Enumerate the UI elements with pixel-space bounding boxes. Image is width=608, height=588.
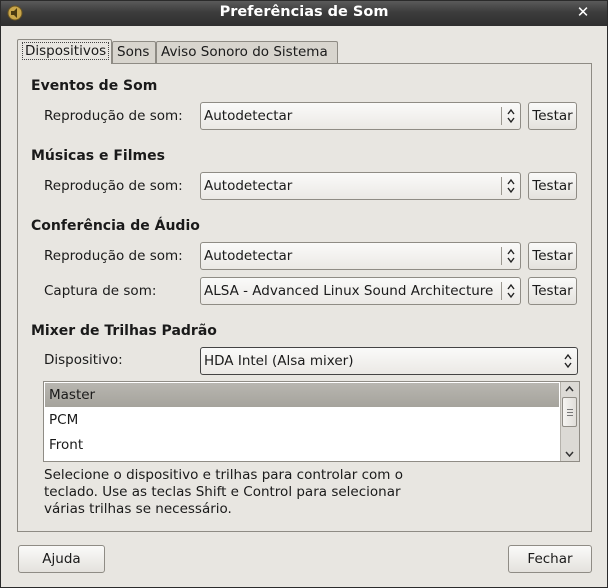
mixer-heading: Mixer de Trilhas Padrão: [31, 323, 217, 339]
sound-preferences-window: Preferências de Som ✕ Dispositivos Sons …: [0, 0, 608, 588]
audio-conference-capture-label: Captura de som:: [44, 283, 157, 299]
list-item[interactable]: PCM: [45, 408, 559, 432]
audio-conference-playback-test-button[interactable]: Testar: [528, 242, 577, 270]
music-movies-test-button[interactable]: Testar: [528, 172, 577, 200]
combo-separator: [501, 177, 502, 195]
combo-separator: [501, 247, 502, 265]
tab-aviso-sonoro[interactable]: Aviso Sonoro do Sistema: [156, 41, 338, 63]
mixer-device-select[interactable]: HDA Intel (Alsa mixer): [200, 347, 578, 375]
music-movies-heading: Músicas e Filmes: [31, 148, 165, 164]
title-bar[interactable]: Preferências de Som ✕: [1, 1, 607, 26]
combo-arrows-icon: [507, 283, 515, 299]
mixer-device-value: HDA Intel (Alsa mixer): [204, 353, 354, 369]
mixer-device-label: Dispositivo:: [44, 352, 123, 368]
combo-arrows-icon: [507, 178, 515, 194]
sound-events-heading: Eventos de Som: [31, 78, 158, 94]
tab-dispositivos[interactable]: Dispositivos: [17, 39, 112, 64]
list-scrollbar[interactable]: [560, 382, 579, 461]
audio-conference-capture-test-button[interactable]: Testar: [528, 277, 577, 305]
audio-conference-playback-label: Reprodução de som:: [44, 248, 183, 264]
scroll-up-icon[interactable]: [563, 383, 576, 396]
sound-events-playback-label: Reprodução de som:: [44, 108, 183, 124]
music-movies-playback-select[interactable]: Autodetectar: [200, 172, 521, 200]
tab-dispositivos-label: Dispositivos: [22, 42, 110, 60]
sound-events-playback-select[interactable]: Autodetectar: [200, 102, 521, 130]
help-button[interactable]: Ajuda: [18, 545, 105, 573]
audio-conference-heading: Conferência de Áudio: [31, 218, 200, 234]
audio-conference-capture-value: ALSA - Advanced Linux Sound Architecture: [204, 283, 494, 299]
grip-line: [567, 415, 573, 416]
window-title: Preferências de Som: [219, 4, 389, 20]
audio-conference-playback-value: Autodetectar: [204, 248, 293, 264]
grip-line: [567, 412, 573, 413]
grip-line: [567, 409, 573, 410]
list-item[interactable]: Front: [45, 433, 559, 457]
audio-conference-playback-select[interactable]: Autodetectar: [200, 242, 521, 270]
tab-sons[interactable]: Sons: [112, 41, 156, 63]
scrollbar-thumb[interactable]: [562, 397, 577, 427]
list-item[interactable]: Master: [45, 383, 559, 407]
mixer-tracks-list[interactable]: Master PCM Front: [43, 381, 580, 462]
close-icon[interactable]: ✕: [573, 3, 593, 21]
sound-events-test-button[interactable]: Testar: [528, 102, 577, 130]
combo-arrows-icon: [564, 353, 572, 369]
mixer-hint-text: Selecione o dispositivo e trilhas para c…: [44, 467, 403, 517]
combo-arrows-icon: [507, 108, 515, 124]
close-button[interactable]: Fechar: [508, 545, 592, 573]
audio-conference-capture-select[interactable]: ALSA - Advanced Linux Sound Architecture: [200, 277, 521, 305]
combo-separator: [501, 107, 502, 125]
combo-separator: [501, 282, 502, 300]
music-movies-playback-value: Autodetectar: [204, 178, 293, 194]
sound-events-playback-value: Autodetectar: [204, 108, 293, 124]
combo-arrows-icon: [507, 248, 515, 264]
music-movies-playback-label: Reprodução de som:: [44, 178, 183, 194]
scroll-down-icon[interactable]: [563, 447, 576, 460]
